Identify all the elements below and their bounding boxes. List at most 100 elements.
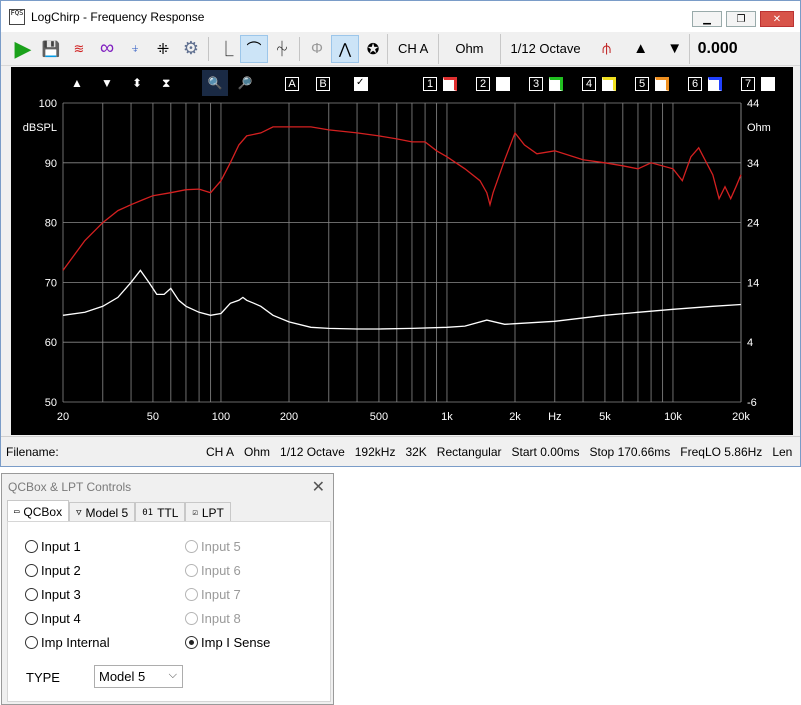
maximize-button[interactable]: ❐ [726, 11, 756, 27]
marker-a-button[interactable]: A [285, 77, 299, 91]
dialog-close-button[interactable]: ✕ [312, 477, 325, 497]
tab-qcbox[interactable]: ▭ QCBox [7, 500, 70, 522]
y-left-tick-label: 90 [45, 158, 57, 170]
scale-up-button[interactable]: ▲ [71, 73, 83, 93]
trace-4-toggle[interactable] [602, 77, 616, 91]
y-left-unit-label: dBSPL [23, 122, 57, 134]
radio-input-5[interactable]: Input 5 [185, 539, 241, 554]
radio-input-2[interactable]: Input 2 [25, 563, 81, 578]
phi-icon: Φ [311, 40, 323, 57]
radio-input-3[interactable]: Input 3 [25, 587, 81, 602]
floppy-disk-icon: 💾 [41, 40, 61, 58]
trace-7-button[interactable]: 7 [741, 77, 755, 91]
increase-button[interactable]: ▲ [627, 35, 655, 63]
x-tick-label: 1k [441, 411, 453, 423]
tab-label: LPT [201, 505, 224, 520]
radio-input-6[interactable]: Input 6 [185, 563, 241, 578]
trace-6-toggle[interactable] [708, 77, 722, 91]
binary-icon: 01 [142, 507, 154, 518]
polar-button[interactable]: ✪ [359, 35, 387, 63]
expand-button[interactable]: ⬍ [132, 73, 142, 93]
channel-selector[interactable]: CH A [387, 33, 438, 64]
x-tick-label: Hz [548, 411, 561, 423]
series-line-spl [62, 126, 742, 271]
distortion-button[interactable]: ⋀ [331, 34, 359, 63]
trace-4-button[interactable]: 4 [582, 77, 596, 91]
compress-button[interactable]: ⧗ [162, 73, 170, 93]
main-toolbar: ▶ 💾 ≋ ∞ ⍖ ⁜ ⚙ ⎿ ⌒ ⏆ Φ ⋀ ✪ CH A Ohm 1/12 … [1, 32, 800, 66]
checkbox-icon: ☑ [192, 507, 198, 518]
minimize-button[interactable]: ▁ [692, 11, 722, 27]
run-button[interactable]: ▶ [9, 35, 37, 63]
trace-5-button[interactable]: 5 [635, 77, 649, 91]
x-tick-label: 2k [509, 411, 521, 423]
status-fft-size: 32K [405, 444, 427, 459]
decrease-button[interactable]: ▼ [661, 35, 689, 63]
frequency-response-button[interactable]: ⌒ [240, 34, 268, 63]
radio-input-8[interactable]: Input 8 [185, 611, 241, 626]
dialog-tabs: ▭ QCBox ▽ Model 5 01 TTL ☑ LPT [7, 500, 231, 522]
probe-icon: ⍖ [130, 40, 140, 57]
type-dropdown[interactable]: Model 5 ⌵ [94, 665, 183, 688]
trace-1-toggle[interactable] [443, 77, 457, 91]
trace-2-button[interactable]: 2 [476, 77, 490, 91]
value-readout: 0.000 [688, 33, 746, 64]
close-button[interactable]: ✕ [760, 11, 794, 27]
radio-imp-internal[interactable]: Imp Internal [25, 635, 110, 650]
overlay-checkbox[interactable]: ✓ [354, 77, 368, 91]
y-right-unit-label: Ohm [747, 122, 771, 134]
dialog-title: QCBox & LPT Controls [8, 480, 132, 494]
radio-imp-i-sense[interactable]: Imp I Sense [185, 635, 270, 650]
impedance-button[interactable]: Φ [303, 35, 331, 63]
y-right-tick-label: 34 [747, 158, 759, 170]
tab-label: QCBox [23, 504, 63, 519]
polar-icon: ✪ [366, 40, 380, 58]
zoom-out-button[interactable]: 🔎 [235, 73, 255, 93]
trace-3-button[interactable]: 3 [529, 77, 543, 91]
radio-input-7[interactable]: Input 7 [185, 587, 241, 602]
smoothing-selector[interactable]: 1/12 Octave [499, 33, 591, 64]
trace-1-button[interactable]: 1 [423, 77, 437, 91]
marker-b-button[interactable]: B [316, 77, 330, 91]
tab-model-5[interactable]: ▽ Model 5 [69, 502, 136, 522]
zoom-in-button[interactable]: 🔍 [202, 70, 228, 96]
status-len: Len [772, 444, 793, 459]
cursor-icon: ⫛ [602, 40, 612, 57]
trace-5-toggle[interactable] [655, 77, 669, 91]
status-bar: Filename: CH A Ohm 1/12 Octave 192kHz 32… [1, 436, 800, 466]
unit-selector[interactable]: Ohm [438, 33, 499, 64]
loop-button[interactable]: ∞ [93, 35, 121, 63]
trace-2-toggle[interactable] [496, 77, 510, 91]
marker-button[interactable]: ⁜ [149, 35, 177, 63]
settings-button[interactable]: ⚙ [177, 35, 205, 63]
tab-lpt[interactable]: ☑ LPT [185, 502, 231, 522]
phase-icon: ⏆ [274, 41, 290, 58]
overlay-button[interactable]: ≋ [65, 35, 93, 63]
time-domain-button[interactable]: ⎿ [212, 35, 240, 63]
y-right-tick-label: 14 [747, 277, 759, 289]
restore-icon: ❐ [736, 13, 746, 25]
gear-icon: ⚙ [182, 38, 200, 58]
type-label: TYPE [26, 670, 60, 685]
frequency-response-plot[interactable]: 100 44 90 34 80 24 70 14 60 4 50 -6 dBSPL Ohm 20 50 100 2… [11, 67, 793, 435]
status-start: Start 0.00ms [511, 444, 580, 459]
status-unit: Ohm [244, 444, 271, 459]
x-tick-label: 200 [280, 411, 298, 423]
save-button[interactable]: 💾 [37, 35, 65, 63]
impulse-icon: ⎿ [218, 41, 234, 58]
scale-down-button[interactable]: ▼ [101, 73, 113, 93]
waves-icon: ≋ [73, 40, 85, 56]
x-tick-label: 500 [370, 411, 388, 423]
phase-button[interactable]: ⏆ [268, 35, 296, 63]
radio-input-4[interactable]: Input 4 [25, 611, 81, 626]
radio-input-1[interactable]: Input 1 [25, 539, 81, 554]
curve-icon: ⌒ [246, 41, 262, 58]
trace-3-toggle[interactable] [549, 77, 563, 91]
probe-button[interactable]: ⍖ [121, 35, 149, 63]
cursor-button[interactable]: ⫛ [593, 35, 621, 63]
tab-ttl[interactable]: 01 TTL [135, 502, 186, 522]
trace-7-toggle[interactable] [761, 77, 775, 91]
arrow-down-icon: ▼ [101, 76, 113, 90]
status-stop: Stop 170.66ms [589, 444, 671, 459]
trace-6-button[interactable]: 6 [688, 77, 702, 91]
